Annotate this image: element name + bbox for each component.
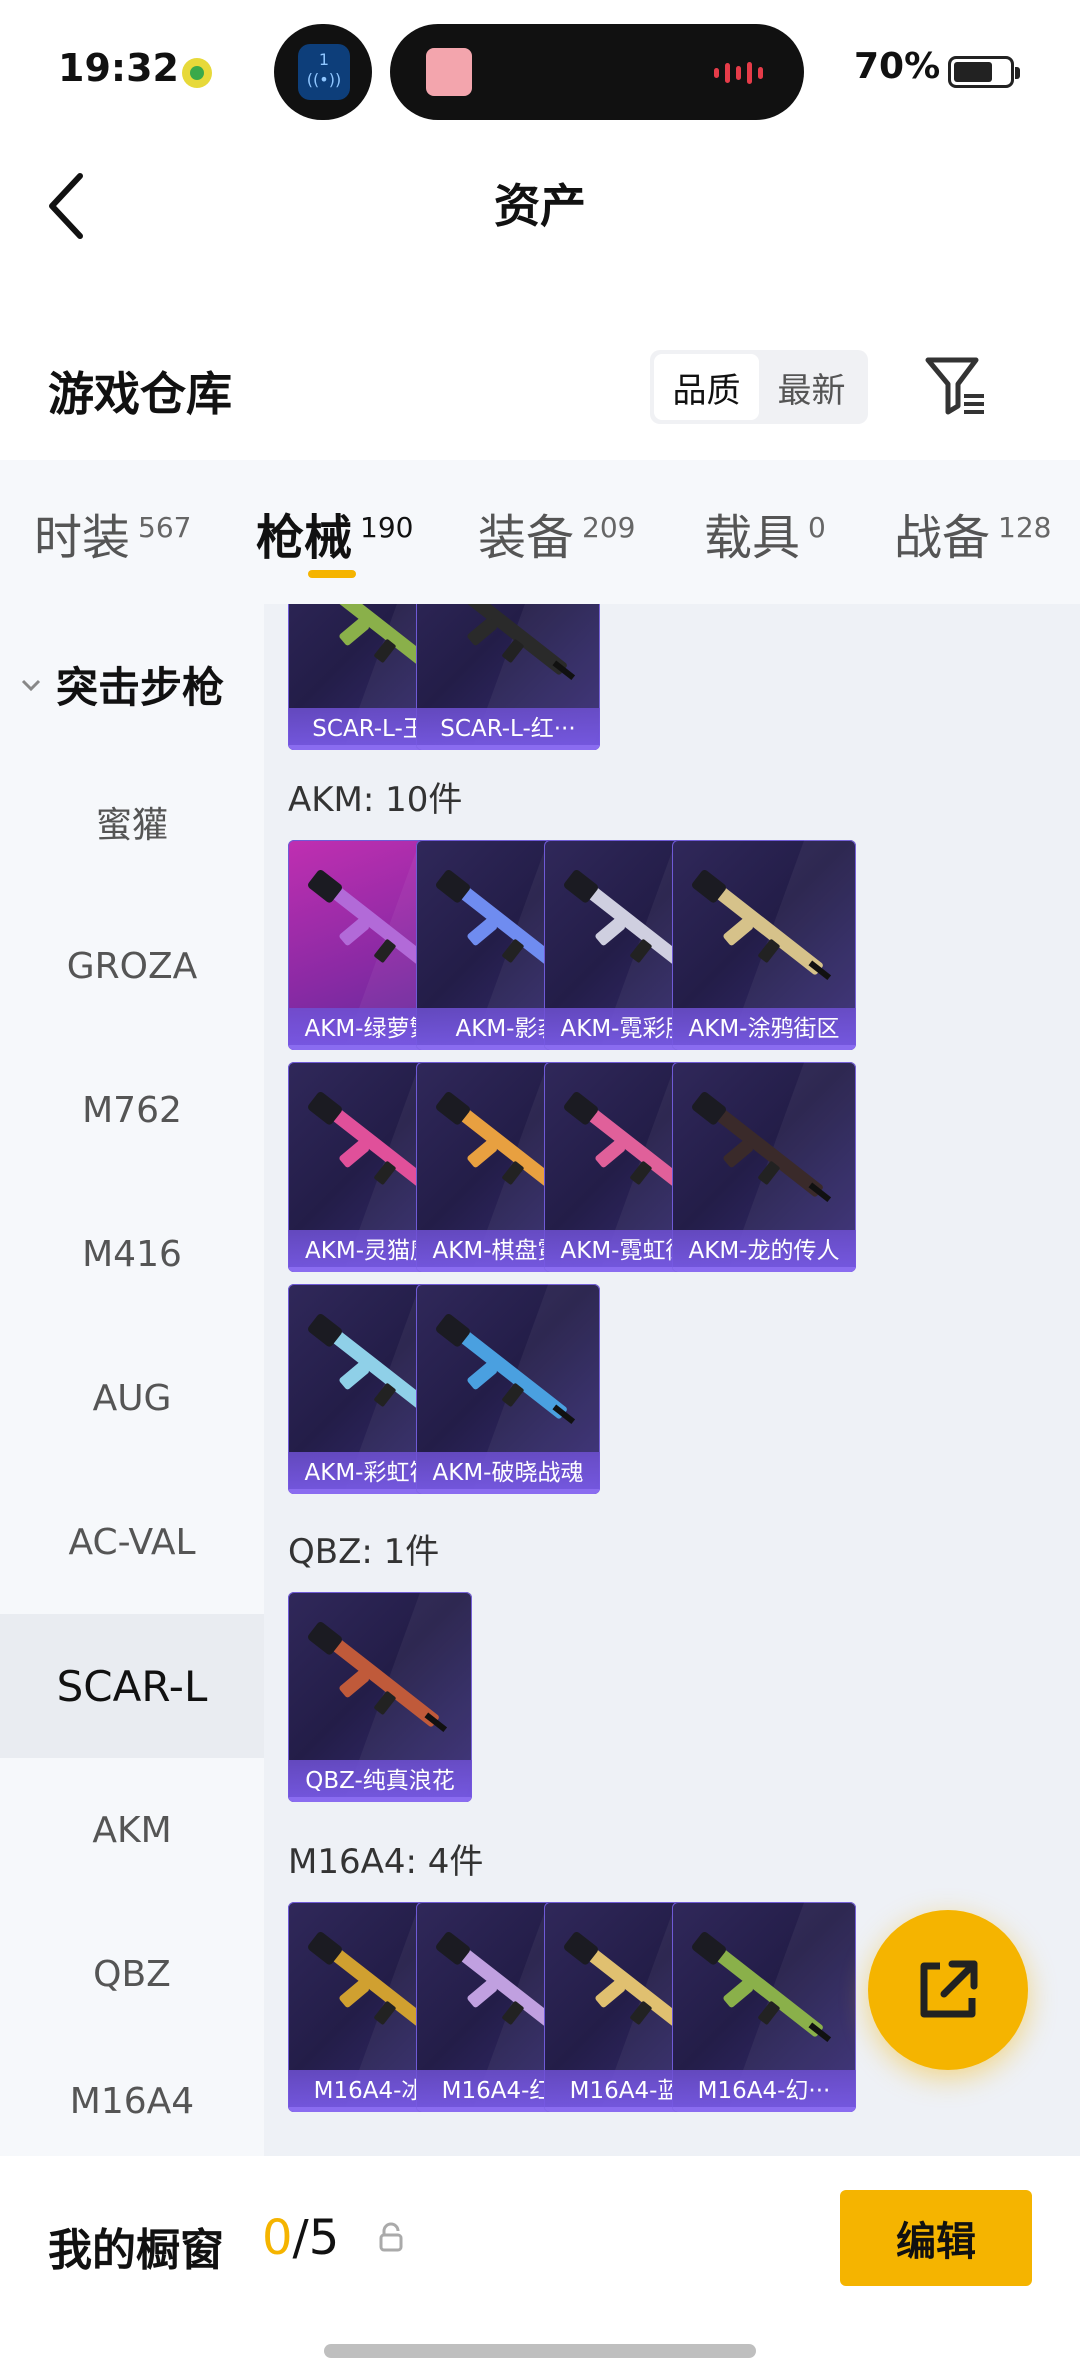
weapon-card-name: SCAR-L-红··· xyxy=(416,708,600,750)
weapon-card[interactable]: M16A4-幻··· xyxy=(672,1902,856,2112)
sidebar-item-scar-l[interactable]: SCAR-L xyxy=(0,1614,264,1758)
album-cover xyxy=(426,48,472,96)
sidebar-item-akm[interactable]: AKM xyxy=(0,1758,264,1902)
share-external-icon xyxy=(920,1960,978,2018)
edit-button[interactable]: 编辑 xyxy=(840,2190,1032,2286)
sidebar-group-assault-rifles[interactable]: 突击步枪 xyxy=(20,654,224,715)
sort-latest-button[interactable]: 最新 xyxy=(759,354,864,420)
rifle-icon xyxy=(308,1622,448,1733)
status-time: 19:32 xyxy=(58,46,179,90)
tab-count: 209 xyxy=(582,511,636,544)
weapon-card[interactable]: AKM-破晓战魂 xyxy=(416,1284,600,1494)
sidebar-item-groza[interactable]: GROZA xyxy=(0,894,264,1038)
showcase-bar: 我的橱窗 0/5 编辑 xyxy=(0,2156,1080,2376)
tab-label: 装备 xyxy=(478,510,575,566)
broadcast-icon: 1 ((•)) xyxy=(298,44,350,100)
tab-label: 时装 xyxy=(34,510,131,566)
app-notification-icon xyxy=(182,58,212,88)
weapon-card[interactable]: SCAR-L-红··· xyxy=(416,604,600,750)
sidebar-item-aug[interactable]: AUG xyxy=(0,1326,264,1470)
live-activity-music[interactable] xyxy=(390,24,804,120)
weapon-card[interactable]: QBZ-纯真浪花 xyxy=(288,1592,472,1802)
tab-count: 190 xyxy=(360,511,414,544)
sort-toggle: 品质 最新 xyxy=(650,350,868,424)
tab-count: 0 xyxy=(808,511,826,544)
filter-icon xyxy=(925,357,984,415)
showcase-total: /5 xyxy=(292,2210,340,2266)
chevron-down-icon xyxy=(21,679,41,691)
group-label-akm: AKM: 10件 xyxy=(288,780,463,820)
share-button[interactable] xyxy=(868,1910,1028,2070)
tab-vehicles[interactable]: 载具 0 xyxy=(704,498,826,568)
sidebar-item-m416[interactable]: M416 xyxy=(0,1182,264,1326)
weapon-card-name: AKM-龙的传人 xyxy=(672,1230,856,1272)
weapon-card-name: AKM-涂鸦街区 xyxy=(672,1008,856,1050)
weapon-card-name: AKM-破晓战魂 xyxy=(416,1452,600,1494)
sidebar-item-m16a4[interactable]: M16A4 xyxy=(0,2046,264,2156)
battery-fill xyxy=(954,62,992,82)
rifle-icon xyxy=(450,604,576,681)
group-label-m16a4: M16A4: 4件 xyxy=(288,1842,484,1882)
rifle-icon xyxy=(692,1092,832,1203)
tab-label: 枪械 xyxy=(256,510,353,566)
battery-percent: 70% xyxy=(854,46,941,87)
showcase-label: 我的橱窗 xyxy=(48,2225,224,2276)
island-badge: 1 xyxy=(318,50,330,69)
section-title: 游戏仓库 xyxy=(48,367,232,421)
weapon-card-name: QBZ-纯真浪花 xyxy=(288,1760,472,1802)
rifle-icon xyxy=(692,870,832,981)
home-indicator xyxy=(324,2344,756,2358)
tab-outfits[interactable]: 时装 567 xyxy=(34,498,191,568)
tab-count: 128 xyxy=(998,511,1052,544)
sidebar-item-m762[interactable]: M762 xyxy=(0,1038,264,1182)
rifle-icon xyxy=(692,1932,832,2043)
weapon-card-name: M16A4-幻··· xyxy=(672,2070,856,2112)
sidebar-item-qbz[interactable]: QBZ xyxy=(0,1902,264,2046)
status-bar: 19:32 1 ((•)) 70% xyxy=(0,0,1080,140)
live-activity-small[interactable]: 1 ((•)) xyxy=(274,24,372,120)
filter-button[interactable] xyxy=(920,350,990,420)
weapon-sidebar: 突击步枪 蜜獾 GROZA M762 M416 AUG AC-VAL SCAR-… xyxy=(0,604,264,2156)
sidebar-item-honey-badger[interactable]: 蜜獾 xyxy=(0,750,264,894)
tab-label: 载具 xyxy=(704,510,801,566)
showcase-count: 0/5 xyxy=(262,2210,339,2266)
audio-wave-icon xyxy=(714,62,774,84)
sidebar-group-label: 突击步枪 xyxy=(56,663,225,712)
lock-icon xyxy=(379,2222,403,2252)
tab-count: 567 xyxy=(138,511,192,544)
group-label-qbz: QBZ: 1件 xyxy=(288,1532,440,1572)
weapon-card[interactable]: AKM-涂鸦街区 xyxy=(672,840,856,1050)
tab-supplies[interactable]: 战备 128 xyxy=(894,498,1051,568)
tab-weapons[interactable]: 枪械 190 xyxy=(256,498,413,568)
tab-equipment[interactable]: 装备 209 xyxy=(478,498,635,568)
category-tabs: 时装 567 枪械 190 装备 209 载具 0 战备 128 xyxy=(0,460,1080,604)
sort-quality-button[interactable]: 品质 xyxy=(654,354,759,420)
page-title: 资产 xyxy=(494,179,586,233)
rifle-icon xyxy=(436,1314,576,1425)
tab-label: 战备 xyxy=(894,510,991,566)
active-tab-indicator xyxy=(308,570,356,578)
showcase-used: 0 xyxy=(262,2210,293,2266)
weapon-card[interactable]: AKM-龙的传人 xyxy=(672,1062,856,1272)
battery-icon xyxy=(948,56,1020,88)
sidebar-item-ac-val[interactable]: AC-VAL xyxy=(0,1470,264,1614)
